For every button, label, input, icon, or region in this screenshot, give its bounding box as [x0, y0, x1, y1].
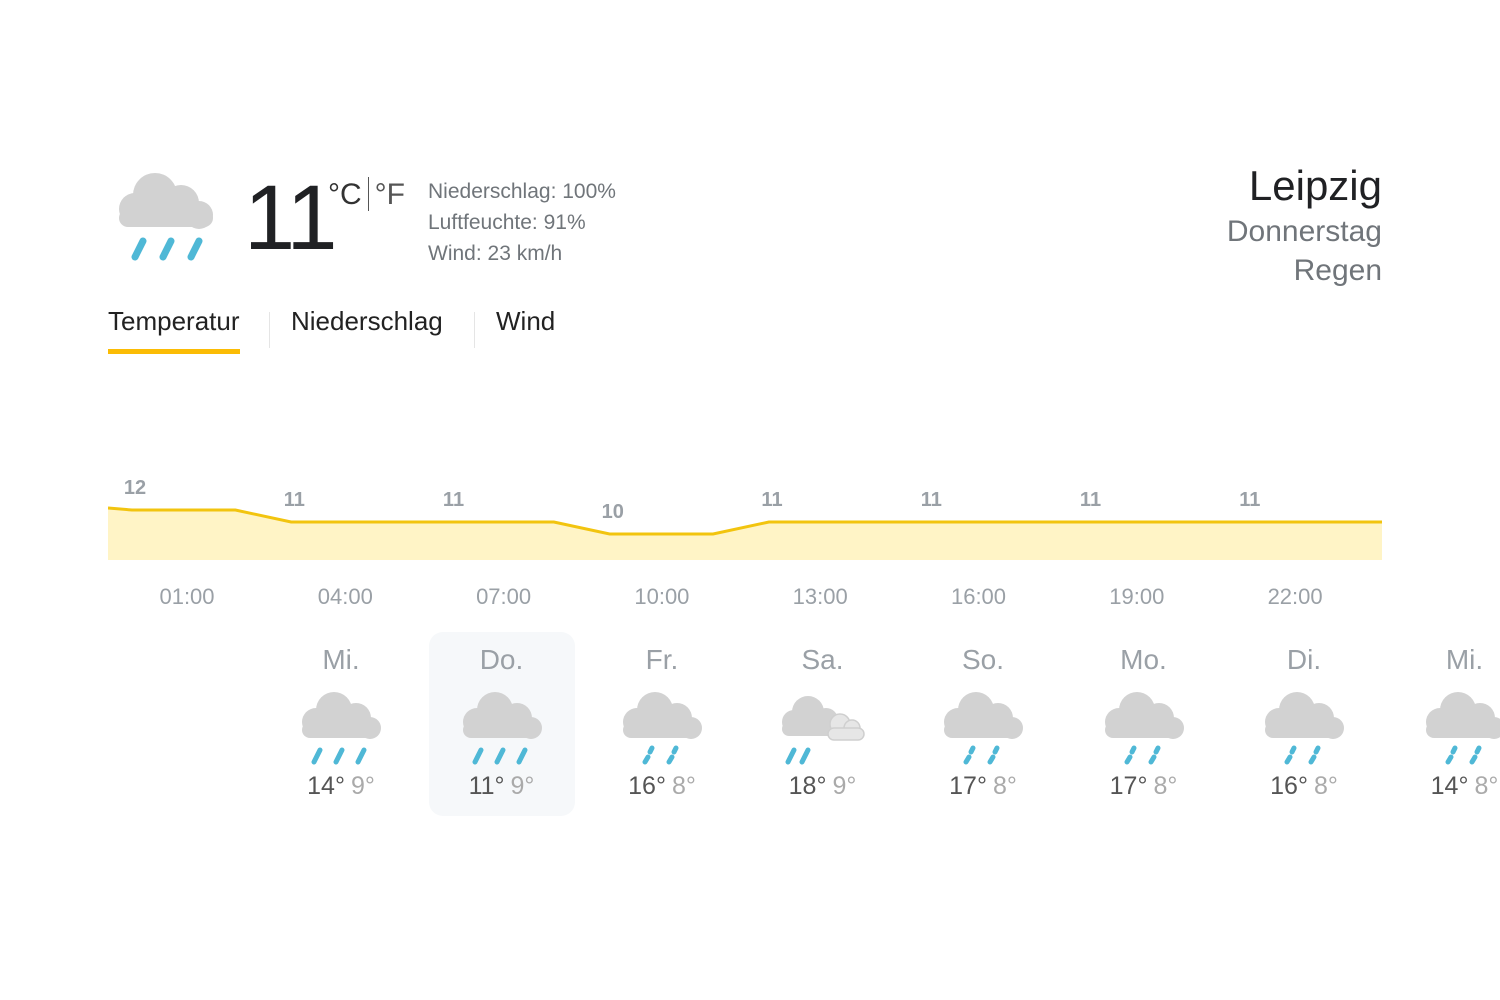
- temperature-value-label: 11: [1239, 489, 1260, 511]
- tab-wind[interactable]: Wind: [496, 306, 555, 349]
- day-high-temp: 14°: [307, 772, 345, 800]
- wind-text: Wind: 23 km/h: [428, 242, 563, 265]
- day-low-temp: 9°: [510, 772, 535, 800]
- temperature-value-label: 11: [761, 489, 782, 511]
- temperature-value-label: 11: [284, 489, 305, 511]
- day-temperatures: 18° 9°: [750, 772, 896, 801]
- day-high-temp: 18°: [788, 772, 827, 800]
- day-high-temp: 11°: [468, 772, 505, 800]
- time-axis: 01:00 04:00 07:00 10:00 13:00 16:00 19:00 22:00: [108, 584, 1382, 614]
- time-label: 16:00: [950, 584, 1007, 609]
- temperature-value-label: 12: [124, 477, 146, 499]
- day-high-temp: 17°: [949, 772, 987, 800]
- tab-temperatur[interactable]: Temperatur: [108, 306, 240, 354]
- weather-details: Niederschlag: 100% Luftfeuchte: 91% Wind…: [428, 176, 616, 269]
- forecast-day[interactable]: Sa. 18° 9°: [750, 632, 896, 816]
- temperature-value-label: 11: [1080, 489, 1101, 511]
- day-temperatures: 17° 8°: [1071, 772, 1217, 801]
- tab-niederschlag[interactable]: Niederschlag: [291, 306, 443, 349]
- city-name: Leipzig: [1248, 162, 1382, 209]
- day-high-temp: 14°: [1430, 772, 1469, 800]
- forecast-day[interactable]: Mi. 14° 8°: [1392, 632, 1500, 816]
- rain-icon: [119, 173, 213, 261]
- day-temperatures: 16° 8°: [1231, 772, 1377, 801]
- weather-widget: 11 °C °F Niederschlag: 100% Luftfeuchte: …: [0, 0, 1500, 1000]
- forecast-day[interactable]: Fr. 16° 8°: [589, 632, 735, 816]
- fahrenheit-toggle[interactable]: °F: [375, 178, 405, 211]
- day-name: So.: [961, 644, 1005, 675]
- daily-forecast: Mi. 14° 9° Do. 11° 9° Fr. 16° 8° Sa. 18° 9° So. 17° 8°…: [100, 632, 1500, 822]
- tab-divider: [269, 312, 270, 348]
- light-rain-icon: [1104, 692, 1184, 765]
- day-low-temp: 8°: [1474, 772, 1499, 800]
- condition-label: Regen: [1293, 254, 1382, 287]
- day-name: Fr.: [645, 644, 679, 675]
- time-label: 13:00: [792, 584, 848, 609]
- temperature-value-label: 11: [443, 489, 464, 511]
- humidity-text: Luftfeuchte: 91%: [428, 211, 586, 234]
- time-label: 19:00: [1109, 584, 1165, 609]
- temperature-area: [108, 508, 1382, 560]
- time-label: 10:00: [634, 584, 690, 609]
- light-rain-icon: [1265, 692, 1344, 765]
- tab-divider: [474, 312, 475, 348]
- current-temperature: 11: [244, 167, 338, 269]
- day-high-temp: 16°: [1270, 772, 1308, 800]
- unit-switch: °C °F: [328, 177, 405, 212]
- day-name: Mo.: [1120, 644, 1167, 675]
- time-label: 07:00: [476, 584, 532, 609]
- day-temperatures: 17° 8°: [910, 772, 1056, 801]
- day-temperatures: 11° 9°: [429, 772, 575, 801]
- unit-divider: [367, 177, 369, 211]
- day-low-temp: 8°: [1313, 772, 1338, 800]
- day-low-temp: 9°: [350, 772, 375, 800]
- day-low-temp: 8°: [1153, 772, 1178, 800]
- forecast-day[interactable]: So. 17° 8°: [910, 632, 1056, 816]
- celsius-toggle[interactable]: °C: [328, 178, 362, 211]
- time-label: 04:00: [317, 584, 373, 609]
- forecast-day[interactable]: Di. 16° 8°: [1231, 632, 1377, 816]
- location-block: Leipzig Donnerstag Regen: [1227, 160, 1382, 290]
- time-label: 22:00: [1267, 584, 1323, 609]
- day-name: Mi.: [322, 644, 360, 675]
- precipitation-text: Niederschlag: 100%: [428, 180, 616, 203]
- day-name: Di.: [1286, 644, 1322, 675]
- forecast-day[interactable]: Mo. 17° 8°: [1071, 632, 1217, 816]
- day-temperatures: 14° 9°: [268, 772, 414, 801]
- day-temperatures: 14° 8°: [1392, 772, 1500, 801]
- day-name: Sa.: [801, 644, 844, 675]
- cloudy-rain-icon: [781, 696, 865, 765]
- day-high-temp: 17°: [1109, 772, 1148, 800]
- temperature-chart: 12 11 11 10 11 11 11 11: [108, 460, 1382, 570]
- temperature-value-label: 11: [921, 489, 942, 511]
- light-rain-icon: [1425, 692, 1500, 765]
- day-low-temp: 9°: [832, 772, 857, 800]
- forecast-day[interactable]: Mi. 14° 9°: [268, 632, 414, 816]
- day-high-temp: 16°: [628, 772, 666, 800]
- temperature-value-label: 10: [602, 501, 624, 523]
- light-rain-icon: [944, 692, 1023, 765]
- temperature-chart-svg: 12 11 11 10 11 11 11 11: [108, 477, 1382, 560]
- day-temperatures: 16° 8°: [589, 772, 735, 801]
- heavy-rain-icon: [302, 692, 381, 765]
- day-low-temp: 8°: [671, 772, 696, 800]
- light-rain-icon: [623, 692, 702, 765]
- day-name: Do.: [479, 644, 524, 675]
- day-low-temp: 8°: [992, 772, 1017, 800]
- forecast-day[interactable]: Do. 11° 9°: [428, 632, 575, 816]
- day-name: Mi.: [1445, 644, 1484, 675]
- heavy-rain-icon: [462, 692, 542, 765]
- time-label: 01:00: [159, 584, 215, 609]
- weekday-label: Donnerstag: [1226, 215, 1382, 248]
